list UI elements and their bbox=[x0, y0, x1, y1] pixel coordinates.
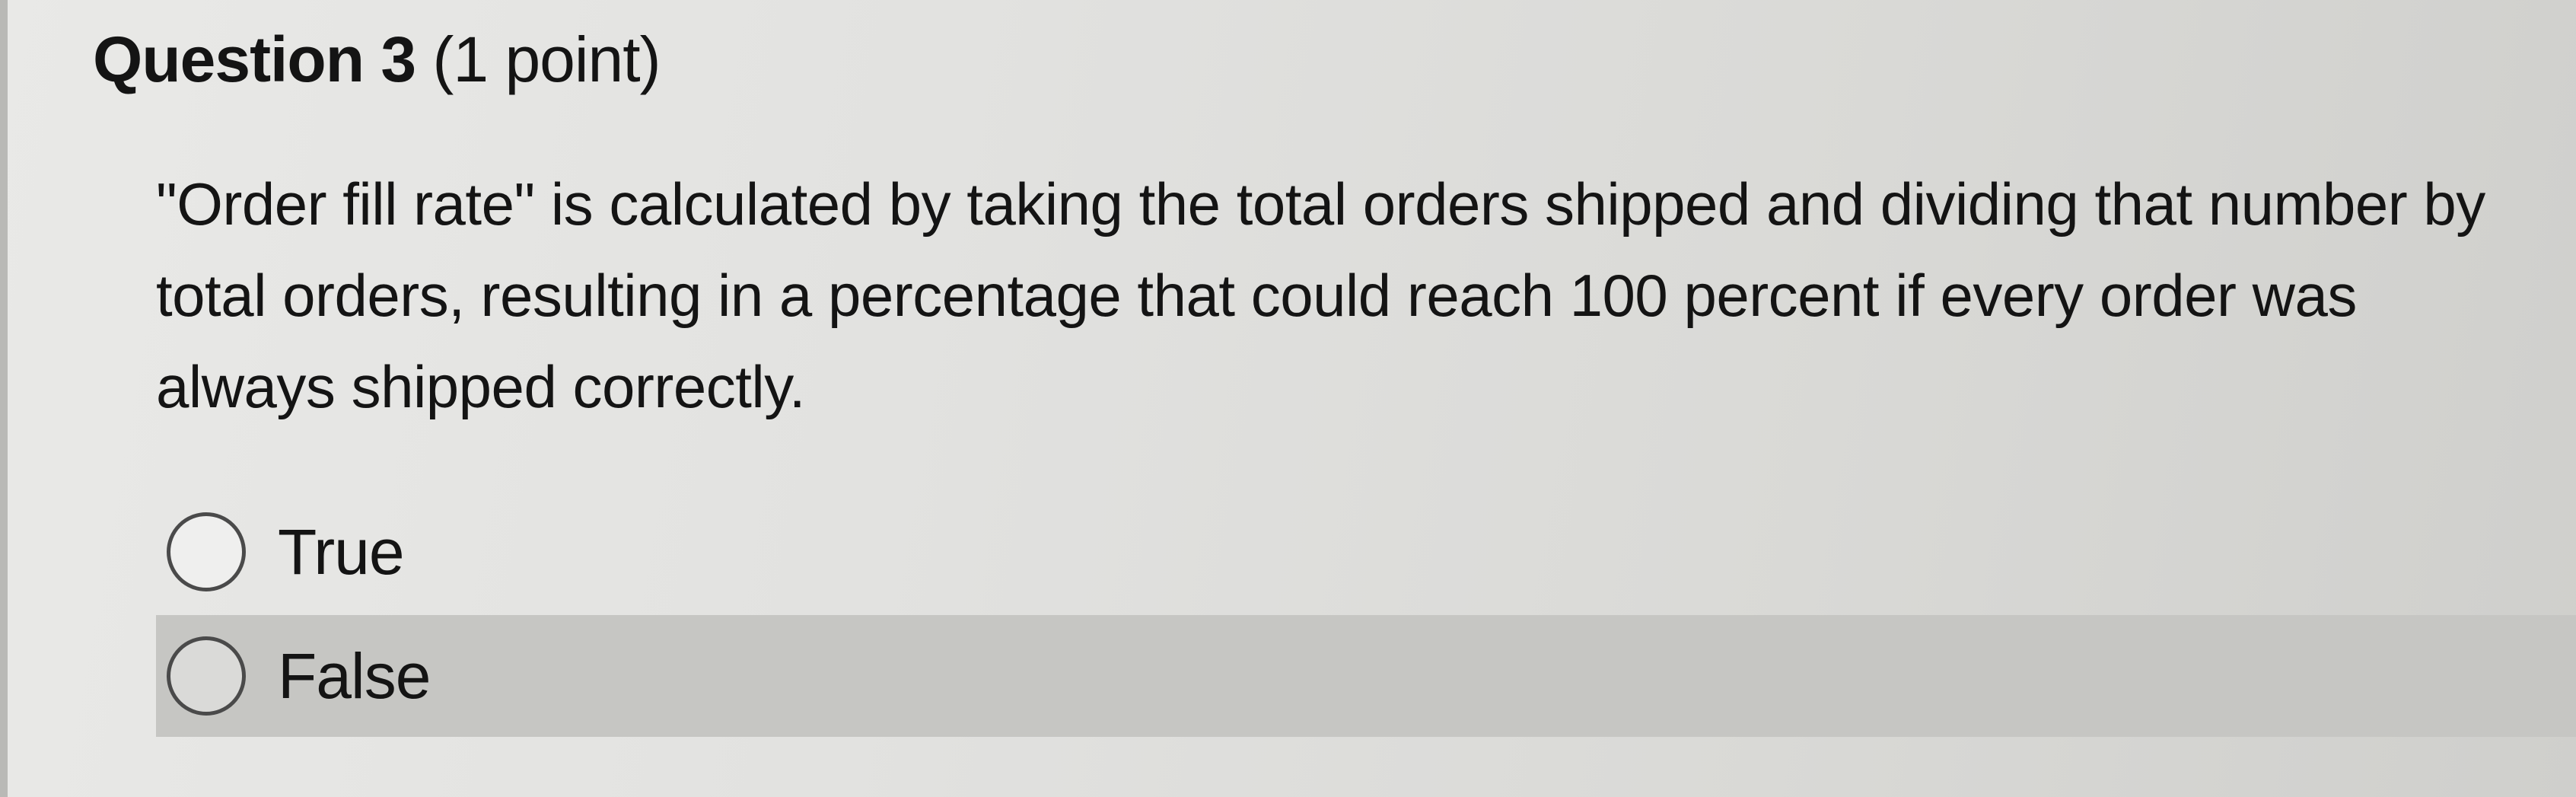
answer-label-false[interactable]: False bbox=[278, 638, 431, 714]
answer-label-true[interactable]: True bbox=[278, 514, 405, 590]
answer-option-true[interactable]: True bbox=[156, 491, 2576, 613]
question-points: (1 point) bbox=[432, 24, 661, 95]
question-title: Question 3 bbox=[93, 24, 416, 95]
radio-button-true[interactable] bbox=[167, 512, 246, 591]
question-header: Question 3 (1 point) bbox=[93, 21, 661, 97]
left-panel-edge bbox=[0, 0, 8, 797]
radio-button-false[interactable] bbox=[167, 636, 246, 716]
answer-option-false[interactable]: False bbox=[156, 615, 2576, 737]
question-text: "Order fill rate" is calculated by takin… bbox=[156, 171, 2485, 420]
